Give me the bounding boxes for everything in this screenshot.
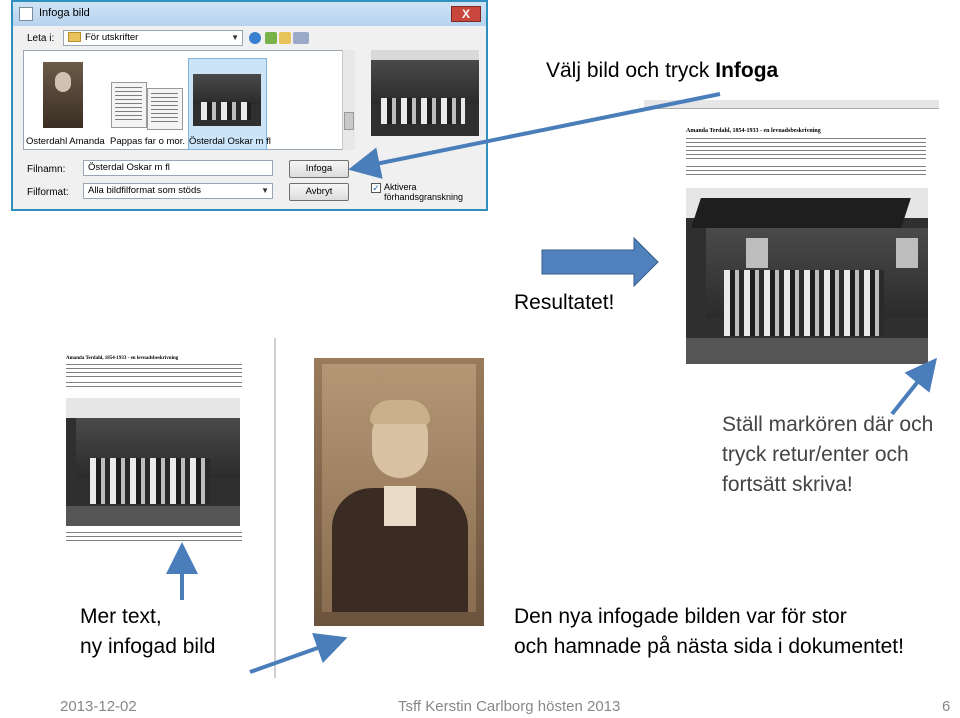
result-label: Resultatet!: [514, 291, 615, 314]
block-arrow-right: [541, 236, 659, 288]
footer-author: Tsff Kerstin Carlborg hösten 2013: [398, 698, 621, 715]
footer-page-number: 6: [942, 698, 951, 715]
place-cursor-line-1: Ställ markören där och: [722, 413, 934, 436]
more-text-line-2: ny infogad bild: [80, 635, 216, 658]
instruction-bold: Infoga: [715, 59, 779, 82]
new-image-note-line-1: Den nya infogade bilden var för stor: [514, 605, 847, 628]
arrow-to-inserted-photo: [890, 357, 937, 416]
new-image-note-line-2: och hamnade på nästa sida i dokumentet!: [514, 635, 904, 658]
arrow-to-insert-button: [348, 92, 721, 179]
instruction-text: Välj bild och tryck: [546, 59, 716, 82]
place-cursor-line-2: tryck retur/enter och: [722, 443, 909, 466]
instruction-select-image: Välj bild och tryck Infoga: [546, 58, 778, 84]
arrow-to-portrait: [249, 632, 348, 674]
footer-date: 2013-12-02: [60, 698, 137, 715]
more-text-line-1: Mer text,: [80, 605, 162, 628]
place-cursor-line-3: fortsätt skriva!: [722, 473, 853, 496]
